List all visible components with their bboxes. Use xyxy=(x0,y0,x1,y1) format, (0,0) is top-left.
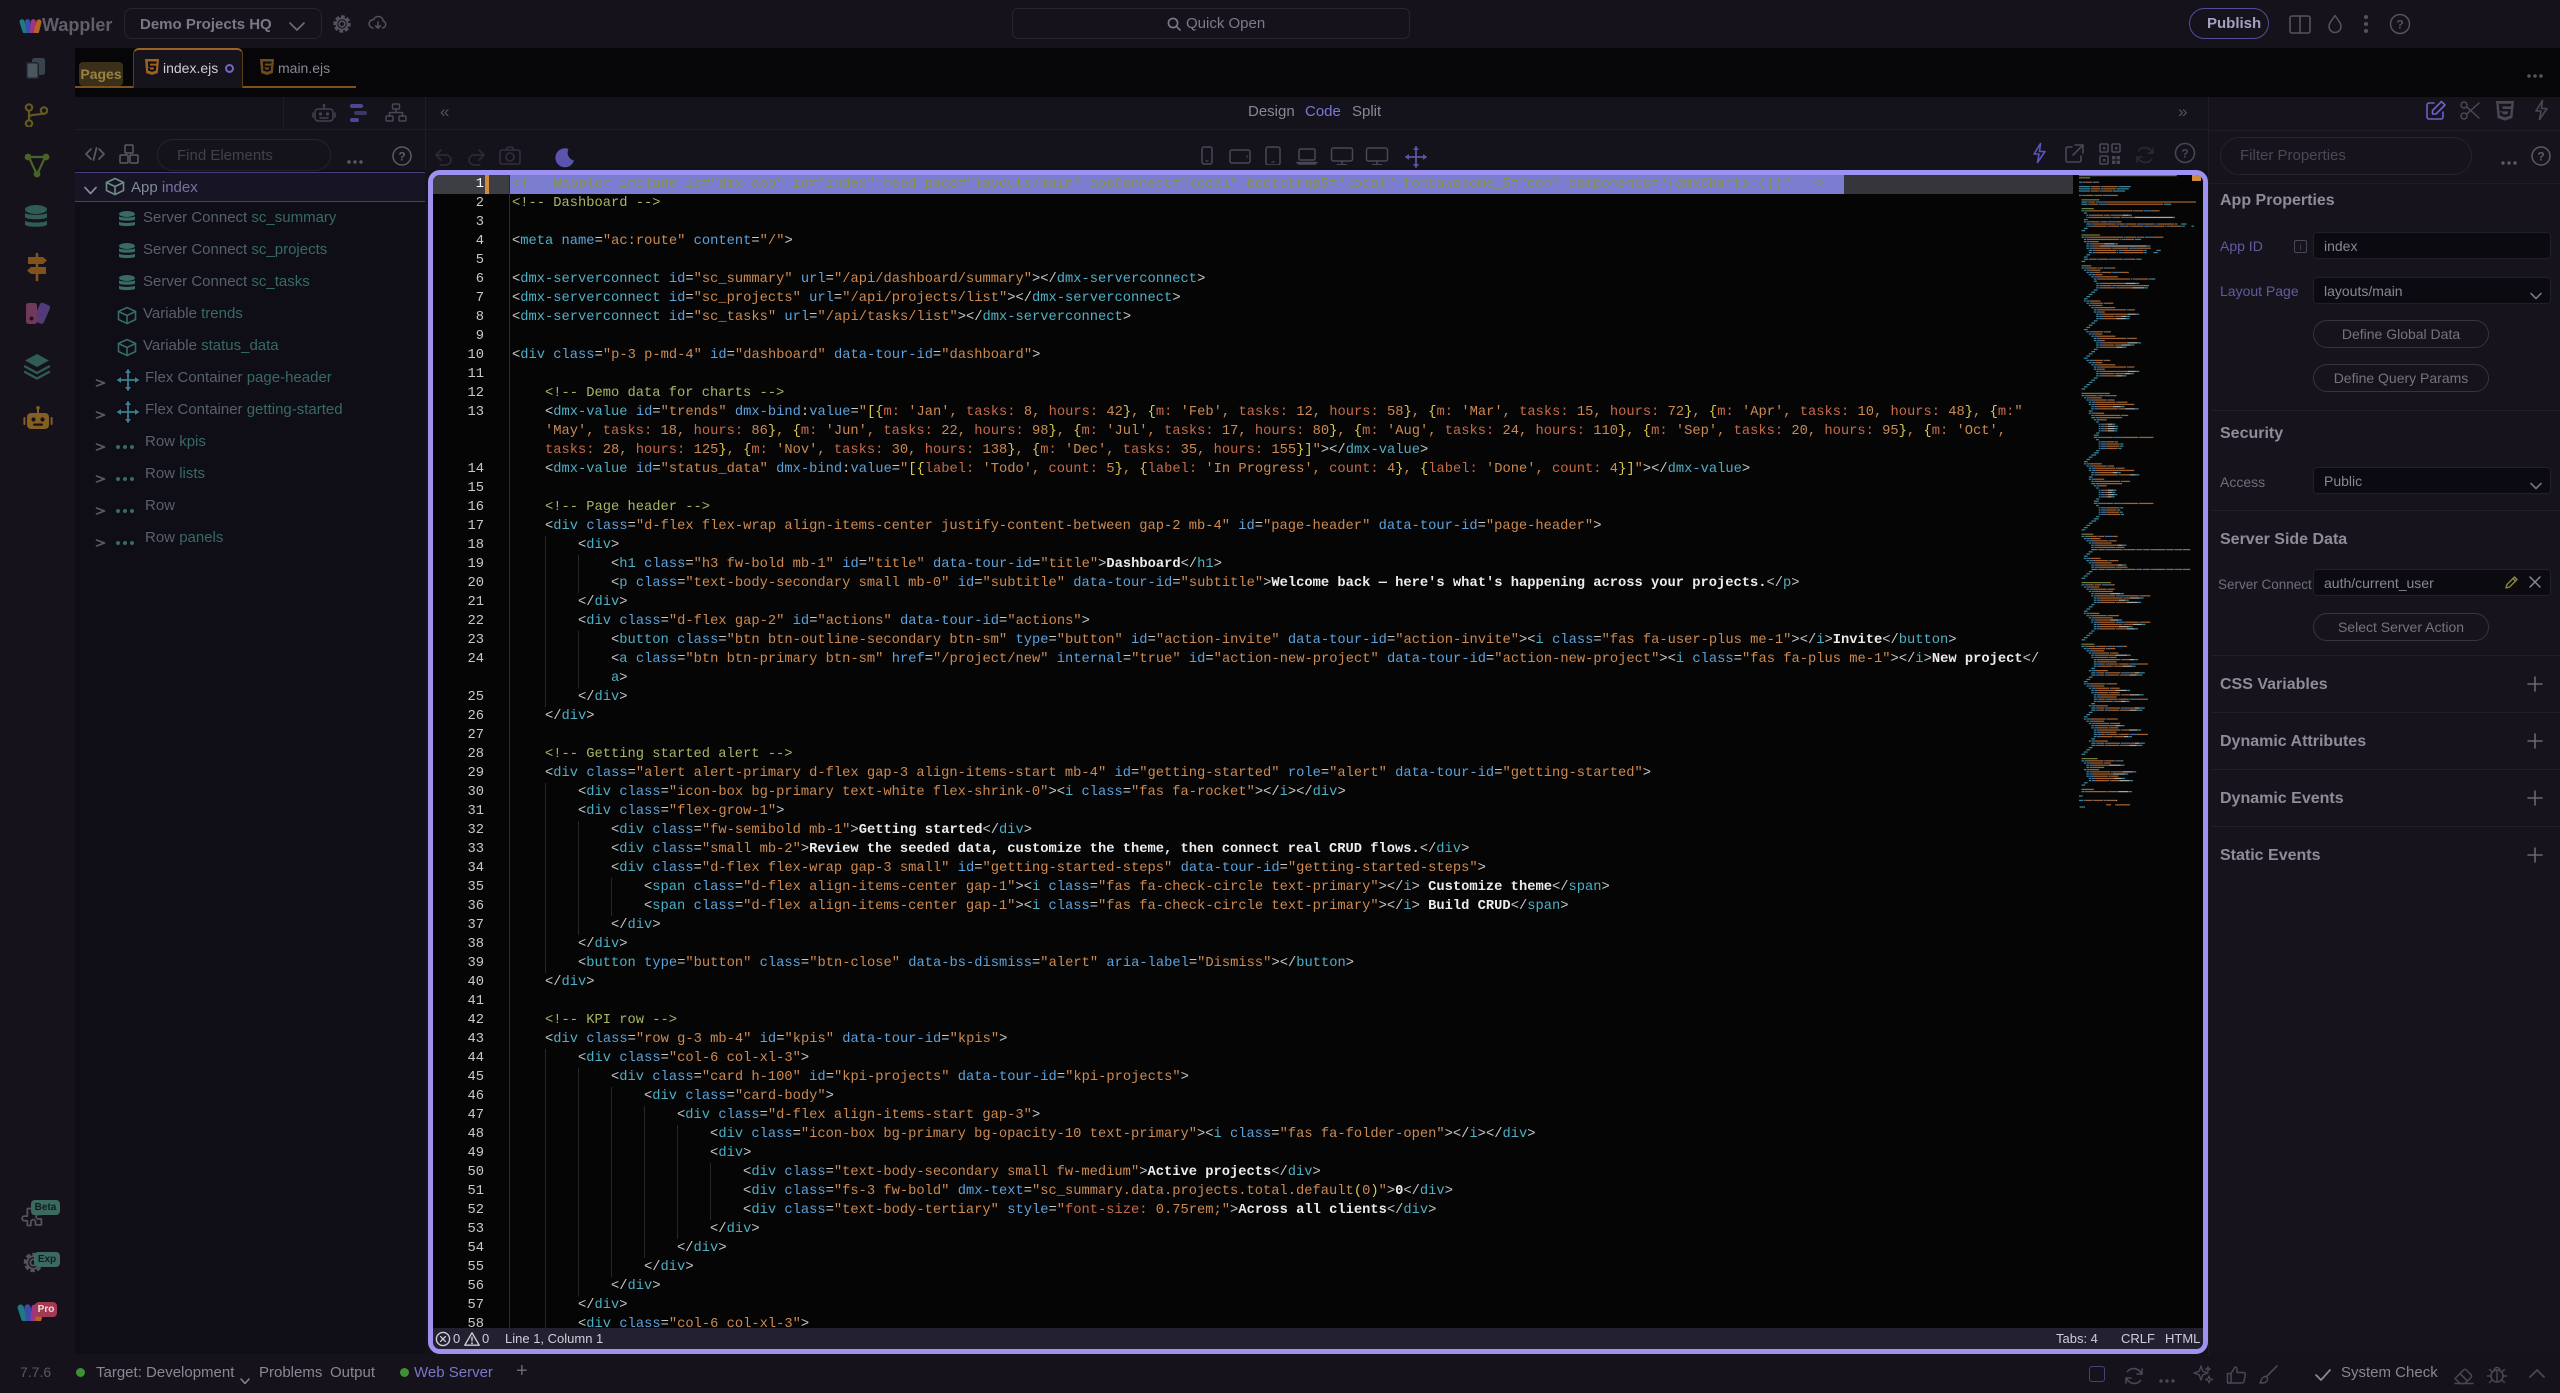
svg-text:?: ? xyxy=(2396,18,2403,32)
svg-text:?: ? xyxy=(2181,147,2188,161)
svg-text:?: ? xyxy=(398,150,405,164)
svg-text:?: ? xyxy=(2537,150,2544,164)
